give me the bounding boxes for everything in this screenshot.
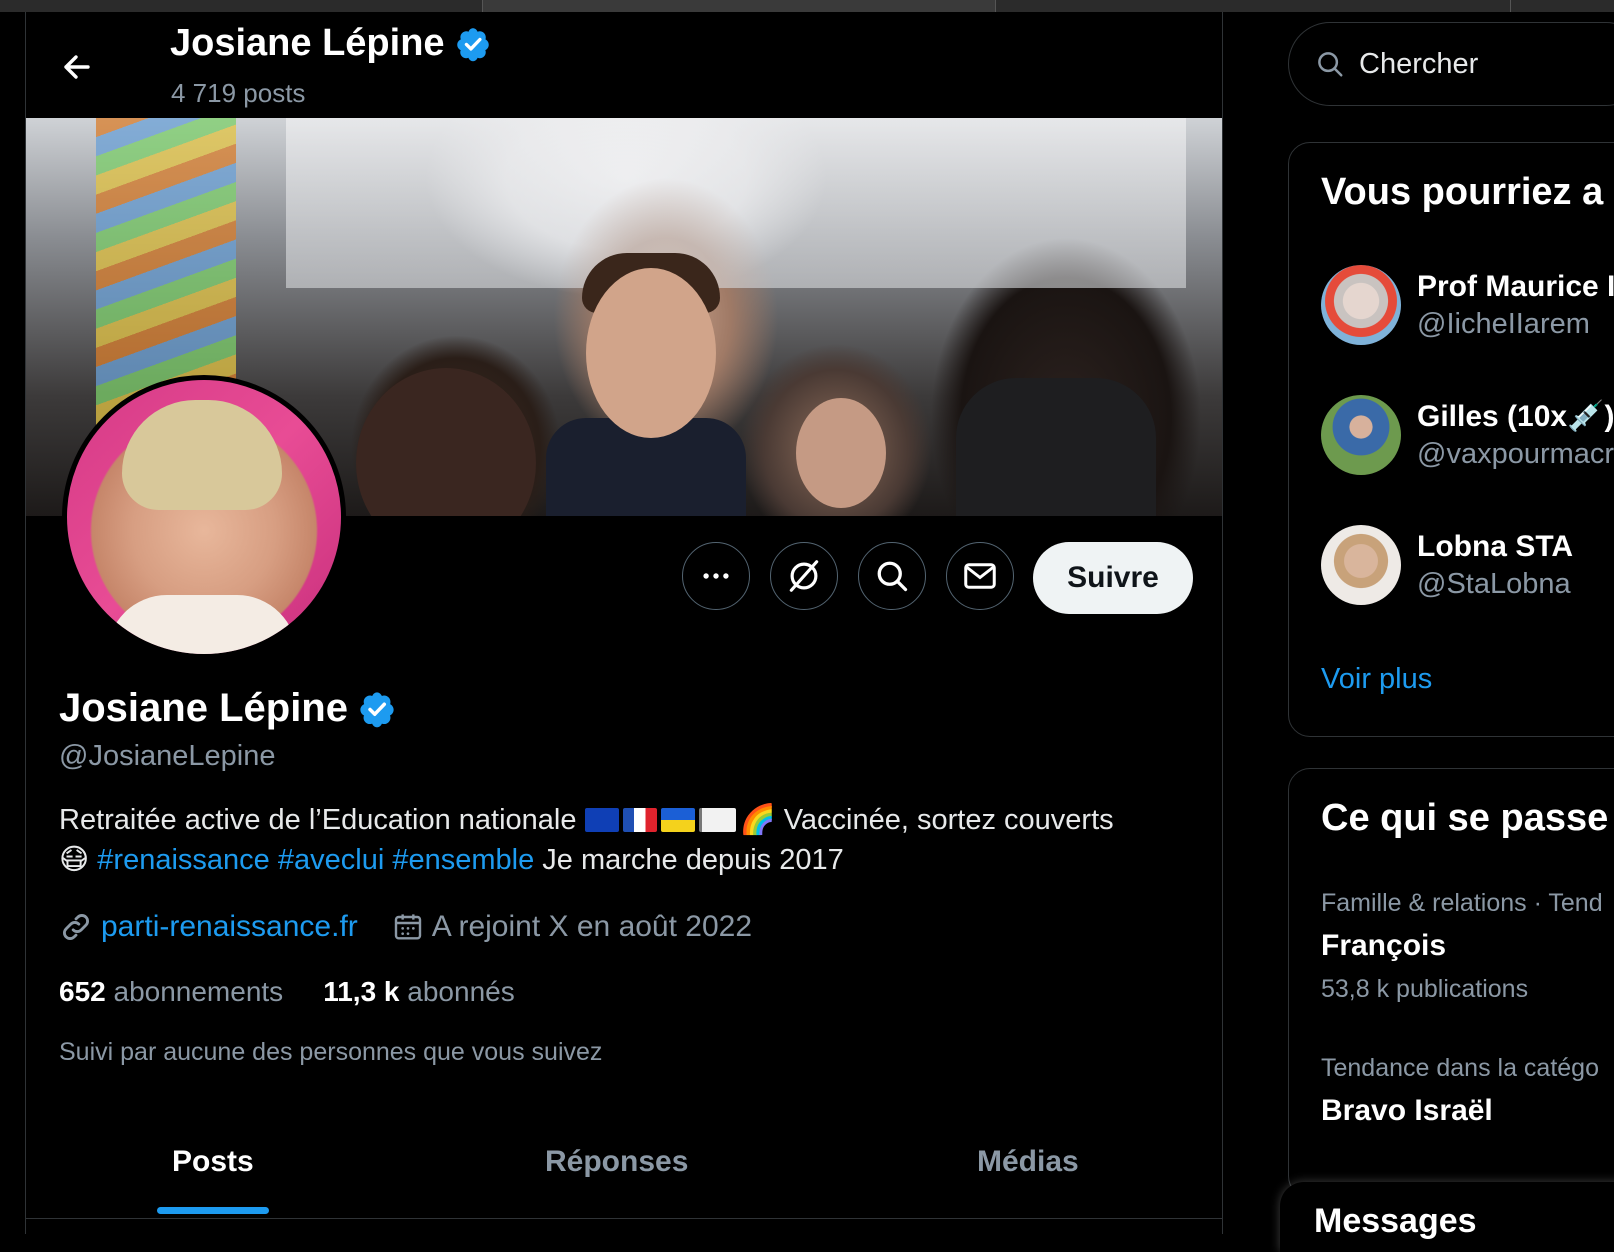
grok-button[interactable] <box>770 542 838 610</box>
trend-item[interactable]: François <box>1321 929 1446 963</box>
follow-stats: 652 abonnements 11,3 k abonnés <box>59 976 515 1008</box>
tab-posts[interactable]: Posts <box>172 1145 254 1179</box>
suggestion-handle: @IicheIIarem <box>1417 307 1590 340</box>
back-button[interactable] <box>52 40 106 94</box>
browser-active-tab[interactable] <box>482 0 995 12</box>
calendar-icon <box>394 914 421 940</box>
avatar <box>1321 525 1401 605</box>
active-tab-indicator <box>157 1207 269 1214</box>
suggestion-handle: @vaxpourmacr <box>1417 438 1614 470</box>
followers-label: abonnés <box>407 976 515 1007</box>
followers-count: 11,3 k <box>323 976 400 1007</box>
verified-badge-icon[interactable] <box>358 690 396 728</box>
trends-card: Ce qui se passe Famille & relations · Te… <box>1288 768 1614 1198</box>
tab-separator <box>482 0 483 12</box>
more-dots-icon <box>703 573 729 579</box>
avatar <box>1321 395 1401 475</box>
suggestion-item[interactable]: Prof Maurice I @IicheIIarem <box>1321 265 1614 345</box>
header-name-text: Josiane Lépine <box>170 22 445 64</box>
profile-avatar[interactable] <box>62 375 346 659</box>
header-post-count: 4 719 posts <box>171 78 306 108</box>
tab-separator <box>1510 0 1511 12</box>
suggestion-handle: @StaLobna <box>1417 567 1571 600</box>
tab-replies[interactable]: Réponses <box>545 1145 688 1179</box>
profile-handle: @JosianeLepine <box>59 740 276 772</box>
hashtag-link[interactable]: #renaissance <box>97 844 270 876</box>
follow-button[interactable]: Suivre <box>1033 542 1193 614</box>
messages-drawer[interactable]: Messages <box>1280 1182 1614 1252</box>
envelope-icon <box>964 563 996 589</box>
bio-text: Je marche depuis 2017 <box>542 844 844 876</box>
following-count: 652 <box>59 976 106 1007</box>
suggestion-name: Prof Maurice I <box>1417 269 1614 303</box>
hashtag-link[interactable]: #aveclui <box>278 844 384 876</box>
following-link[interactable]: 652 abonnements <box>59 976 283 1008</box>
following-label: abonnements <box>113 976 284 1007</box>
bio-text: Vaccinée, sortez couverts <box>783 804 1114 836</box>
france-flag-icon <box>622 808 657 832</box>
see-more-link[interactable]: Voir plus <box>1321 663 1432 696</box>
bio-text: Retraitée active de l’Education national… <box>59 804 577 836</box>
arrow-left-icon <box>64 55 90 79</box>
search-profile-button[interactable] <box>858 542 926 610</box>
who-to-follow-title: Vous pourriez a <box>1321 171 1604 213</box>
main-column-border-right <box>1222 12 1223 1234</box>
eu-flag-icon <box>584 808 619 832</box>
hashtag-link[interactable]: #ensemble <box>392 844 534 876</box>
white-flag-icon <box>698 808 736 832</box>
search-placeholder: Chercher <box>1359 47 1479 80</box>
tab-separator <box>995 0 996 12</box>
messages-title: Messages <box>1314 1202 1477 1240</box>
website-link[interactable]: parti-renaissance.fr <box>101 910 358 944</box>
suggestion-name: Gilles (10x💉) <box>1417 400 1614 433</box>
message-button[interactable] <box>946 542 1014 610</box>
profile-name: Josiane Lépine <box>59 686 396 731</box>
trends-title: Ce qui se passe <box>1321 797 1609 839</box>
who-to-follow-card: Vous pourriez a Prof Maurice I @IicheIIa… <box>1288 142 1614 737</box>
suggestion-item[interactable]: Lobna STA @StaLobna <box>1321 525 1573 605</box>
profile-bio: Retraitée active de l’Education national… <box>59 800 1209 880</box>
suggestion-item[interactable]: Gilles (10x💉) @vaxpourmacr <box>1321 395 1614 475</box>
more-options-button[interactable] <box>682 542 750 610</box>
followers-link[interactable]: 11,3 k abonnés <box>323 976 515 1008</box>
trend-category: Famille & relations · Tend <box>1321 889 1603 917</box>
followed-by-text: Suivi par aucune des personnes que vous … <box>59 1038 603 1066</box>
mask-face-icon: 😷 <box>59 844 90 876</box>
header-title: Josiane Lépine <box>170 22 491 65</box>
verified-badge-icon <box>456 27 489 61</box>
trend-category: Tendance dans la catégo <box>1321 1054 1599 1082</box>
browser-tab-strip <box>0 0 1614 12</box>
search-icon <box>877 561 908 592</box>
tab-media[interactable]: Médias <box>977 1145 1079 1179</box>
join-date: A rejoint X en août 2022 <box>431 910 753 943</box>
trend-item[interactable]: Bravo Israël <box>1321 1094 1493 1128</box>
rainbow-icon: 🌈 <box>739 804 776 836</box>
grok-icon <box>789 560 819 592</box>
trend-count: 53,8 k publications <box>1321 975 1529 1003</box>
tabs-divider <box>26 1218 1222 1219</box>
search-icon <box>1318 52 1343 77</box>
profile-meta: parti-renaissance.fr A rejoint X en août… <box>59 910 752 944</box>
link-icon <box>63 914 89 940</box>
profile-name-text: Josiane Lépine <box>59 686 348 730</box>
ukraine-flag-icon <box>660 808 695 832</box>
suggestion-name: Lobna STA <box>1417 529 1574 563</box>
avatar <box>1321 265 1401 345</box>
search-input[interactable]: Chercher <box>1288 22 1614 106</box>
